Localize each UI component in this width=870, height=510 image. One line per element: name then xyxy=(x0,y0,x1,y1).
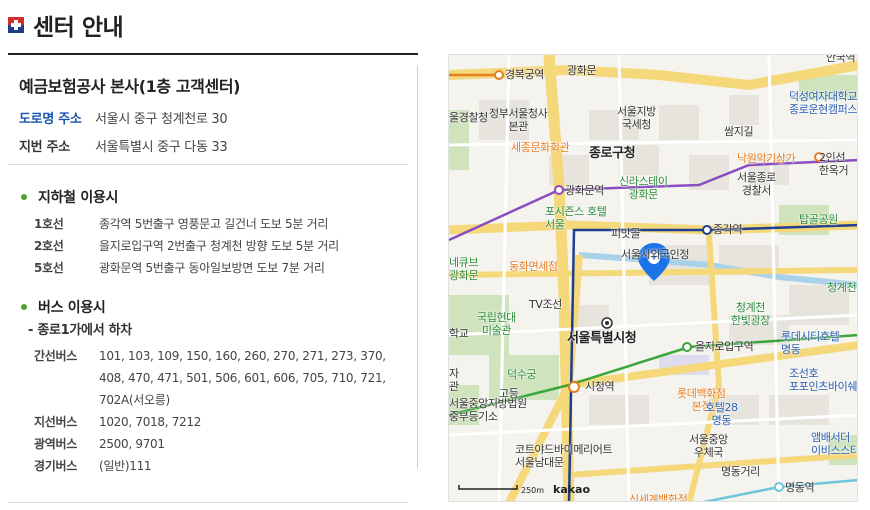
map-label: 광화문 xyxy=(567,64,597,77)
map-label: 피맛골 xyxy=(611,227,641,240)
map-label: 서울중앙지방법원 중부등기소 xyxy=(449,397,527,423)
map-label: 호텔28 명동 xyxy=(705,401,738,427)
map-label: 코트야드바이메리어트 서울남대문 xyxy=(515,443,613,469)
road-address-value: 서울시 중구 청계천로 30 xyxy=(95,112,228,127)
map-label: 포시즌스 호텔 서울 xyxy=(545,205,607,231)
map-label: 덕수궁 xyxy=(507,368,537,381)
map-label: 서울특별시청 xyxy=(567,331,637,346)
map-label: 경복궁역 xyxy=(505,68,544,81)
map-label: 서울시외국인정 xyxy=(621,248,690,261)
center-info-panel: 예금보험공사 본사(1층 고객센터) 도로명 주소 서울시 중구 청계천로 30… xyxy=(8,53,418,510)
subway-title: 지하철 이용시 xyxy=(19,187,397,207)
bottom-divider xyxy=(8,502,408,503)
scrollbar-thumb[interactable] xyxy=(417,63,418,471)
subway-section: 지하철 이용시 1호선 종각역 5번출구 영풍문고 길건너 도보 5분 거리 2… xyxy=(8,187,408,279)
map-scale-label: 250m xyxy=(521,486,545,495)
road-address: 도로명 주소 서울시 중구 청계천로 30 xyxy=(19,108,407,127)
map-label: 서울중앙 우체국 xyxy=(689,433,728,459)
bus-row: 간선버스 101, 103, 109, 150, 160, 260, 270, … xyxy=(34,349,386,407)
map-label: 신세계백화점 xyxy=(629,493,688,502)
info-scroll-area[interactable]: 예금보험공사 본사(1층 고객센터) 도로명 주소 서울시 중구 청계천로 30… xyxy=(8,55,408,510)
map-label: 고등 xyxy=(499,387,519,400)
subway-line-row: 1호선 종각역 5번출구 영풍문고 길건너 도보 5분 거리 xyxy=(34,217,329,231)
map-label: 2인선 한옥거 xyxy=(819,151,849,177)
lot-address-value: 서울특별시 중구 다동 33 xyxy=(95,140,228,155)
map-label: 세종문화회관 xyxy=(511,141,570,154)
map-label: 명동거리 xyxy=(721,465,760,478)
map-label: 신라스테이 광화문 xyxy=(619,175,668,201)
map-label: 명동역 xyxy=(785,481,815,494)
map-label: 학교 xyxy=(449,327,469,340)
subway-line-row: 5호선 광화문역 5번출구 동아일보방면 도보 7분 거리 xyxy=(34,261,325,275)
green-bullet-icon xyxy=(21,194,27,200)
map-label: 서울종로 경찰서 xyxy=(737,171,776,197)
map-label: 광화문역 xyxy=(565,184,604,197)
map-label: 낙원악기상가 xyxy=(737,152,796,165)
bus-row: 지선버스 1020, 7018, 7212 xyxy=(34,415,202,429)
office-name: 예금보험공사 본사(1층 고객센터) xyxy=(19,77,241,96)
map-label: TV조선 xyxy=(529,298,562,311)
map-label: 을지로입구역 xyxy=(695,340,754,353)
kdic-logo-icon xyxy=(8,17,24,33)
map-label: 시청역 xyxy=(585,380,615,393)
bus-row: 광역버스 2500, 9701 xyxy=(34,437,165,451)
bus-section: 버스 이용시 - 종로1가에서 하차 간선버스 101, 103, 109, 1… xyxy=(8,297,408,477)
map-label: 앰배서더 이비스스타일 xyxy=(811,431,857,457)
map-label: 청계천 xyxy=(827,281,857,294)
subway-line-row: 2호선 을지로입구역 2번출구 청계천 방향 도보 5분 거리 xyxy=(34,239,339,253)
map-label: 네큐브 광화문 xyxy=(449,256,479,282)
map-label: 서울지방 국세청 xyxy=(617,105,656,131)
map-label: 조선호 포포인츠바이쉐라 xyxy=(789,367,858,393)
map-label: 울경찰청 xyxy=(449,111,488,124)
map-label: 자 관 xyxy=(449,367,459,393)
page-header: 센터 안내 xyxy=(8,8,124,42)
lot-address: 지번 주소 서울특별시 중구 다동 33 xyxy=(19,136,407,155)
bus-stop: - 종로1가에서 하차 xyxy=(28,323,132,338)
bus-title: 버스 이용시 xyxy=(19,297,397,317)
green-bullet-icon xyxy=(21,304,27,310)
map-label: 탑골공원 xyxy=(799,213,838,226)
page-title: 센터 안내 xyxy=(33,15,124,41)
road-address-label: 도로명 주소 xyxy=(19,112,82,127)
location-map[interactable]: 경복궁역 광화문 안국역 울경찰청 정부서울청사 본관 세종문화회관 서울지방 … xyxy=(448,54,858,502)
map-label: 동화면세점 xyxy=(509,260,558,273)
map-label: 종각역 xyxy=(713,223,743,236)
lot-address-label: 지번 주소 xyxy=(19,140,70,155)
map-label: 안국역 xyxy=(826,54,856,64)
bus-row: 경기버스 (일반)111 xyxy=(34,459,152,473)
map-label: 청계천 한빛광장 xyxy=(731,301,770,327)
office-info: 예금보험공사 본사(1층 고객센터) 도로명 주소 서울시 중구 청계천로 30… xyxy=(8,55,408,165)
map-label: 덕성여자대학교 종로운현캠퍼스 xyxy=(789,90,858,116)
map-label: 국립현대 미술관 xyxy=(477,311,516,337)
map-label: 롯데시티호텔 명동 xyxy=(781,330,840,356)
map-label: 쌈지길 xyxy=(724,125,754,138)
map-provider-logo: kakao xyxy=(553,483,591,496)
map-label: 정부서울청사 본관 xyxy=(489,107,548,133)
map-label: 종로구청 xyxy=(589,146,636,161)
